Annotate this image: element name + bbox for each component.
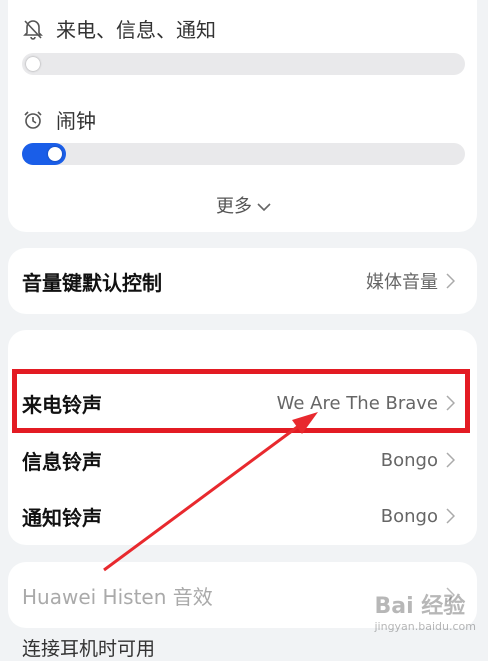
incoming-call-highlight-box xyxy=(12,369,470,433)
alarm-volume-row: 闹钟 xyxy=(22,105,96,134)
notification-volume-row: 来电、信息、通知 xyxy=(22,14,216,43)
chevron-right-icon xyxy=(446,452,455,468)
alarm-clock-icon xyxy=(22,109,44,131)
volume-key-title: 音量键默认控制 xyxy=(22,270,162,295)
chevron-right-icon xyxy=(446,508,455,524)
slider-thumb[interactable] xyxy=(26,57,40,71)
volume-key-row[interactable]: 音量键默认控制 媒体音量 xyxy=(8,253,477,309)
message-ringtone-value: Bongo xyxy=(380,449,438,471)
notification-volume-slider[interactable] xyxy=(22,53,465,75)
notification-ringtone-row[interactable]: 通知铃声 Bongo xyxy=(8,488,477,544)
histen-title: Huawei Histen 音效 xyxy=(22,584,213,609)
chevron-right-icon xyxy=(446,273,455,289)
slider-thumb[interactable] xyxy=(48,147,62,161)
baidu-watermark: Bai 经验 jingyan.baidu.com xyxy=(374,594,476,633)
notification-ringtone-value: Bongo xyxy=(380,505,438,527)
message-ringtone-row[interactable]: 信息铃声 Bongo xyxy=(8,432,477,488)
alarm-volume-slider[interactable] xyxy=(22,143,465,165)
bell-off-icon xyxy=(22,18,44,40)
volume-key-value: 媒体音量 xyxy=(366,272,438,293)
alarm-volume-label: 闹钟 xyxy=(56,109,96,133)
more-label: 更多 xyxy=(216,196,252,217)
headphones-note: 连接耳机时可用 xyxy=(22,638,156,660)
chevron-down-icon xyxy=(257,203,271,212)
more-button[interactable]: 更多 xyxy=(0,192,488,218)
notification-volume-label: 来电、信息、通知 xyxy=(56,18,216,42)
message-ringtone-title: 信息铃声 xyxy=(22,449,102,474)
notification-ringtone-title: 通知铃声 xyxy=(22,505,102,530)
